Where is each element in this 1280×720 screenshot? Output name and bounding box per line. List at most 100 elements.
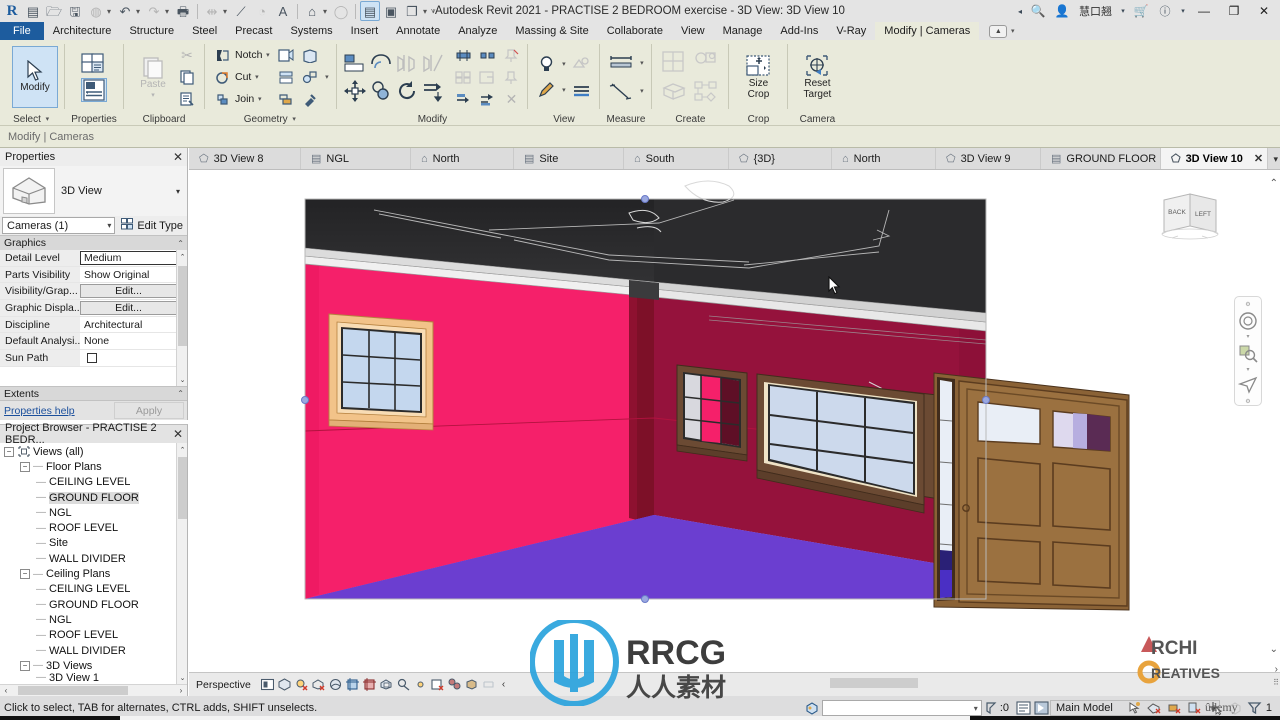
user-name[interactable]: 慧口翘 [1075,3,1116,19]
split-grid-icon[interactable] [452,67,474,87]
tree-node-ceiling-plans[interactable]: − — Ceiling Plans [0,566,187,581]
ribbon-tab-structure[interactable]: Structure [120,22,183,40]
type-selector-caret-icon[interactable]: ▾ [176,187,184,196]
split-element-icon[interactable] [299,67,321,87]
ribbon-minimize-caret-icon[interactable]: ▾ [1009,27,1016,35]
select-by-face-icon[interactable] [1186,699,1204,717]
aligned-dimension-icon[interactable]: ⟋ [231,1,251,21]
properties-scroll-thumb[interactable] [178,266,187,346]
tree-scroll-down-icon[interactable]: ⌄ [177,671,187,684]
filter-icon[interactable] [1246,699,1264,717]
tree-hscroll-track[interactable] [12,686,175,695]
view-tab-south[interactable]: ⌂ South [624,148,729,169]
undo-icon[interactable]: ↶ [115,1,135,21]
cut-row[interactable]: Cut ▾ [211,67,271,87]
tree-node-roof-level-cp[interactable]: — ROOF LEVEL [0,628,187,643]
ribbon-tab-file[interactable]: File [0,22,44,40]
tree-node-ground-floor-cp[interactable]: — GROUND FLOOR [0,597,187,612]
hide-reveal-caret-icon[interactable]: ▾ [560,60,567,68]
ribbon-tab-architecture[interactable]: Architecture [44,22,121,40]
constraints-icon[interactable] [464,677,479,693]
modify-button[interactable]: Modify [12,46,58,108]
split-face-icon[interactable] [299,45,321,65]
property-row-detail-level[interactable]: Detail Level Medium [0,250,187,267]
instance-selector[interactable]: Cameras (1) ▾ [2,217,116,234]
ribbon-tab-annotate[interactable]: Annotate [387,22,449,40]
ribbon-tab-v-ray[interactable]: V-Ray [827,22,875,40]
properties-group-graphics[interactable]: Graphics ⌃ [0,235,187,250]
navigation-bar[interactable]: ⚙ ▾ ▾ ⚙ [1234,296,1262,406]
thin-lines-icon[interactable]: ▤ [360,1,380,21]
join-row[interactable]: Join ▾ [211,89,271,109]
graphic-display-edit-button[interactable]: Edit... [80,301,177,315]
search-icon[interactable]: 🔍 [1027,1,1049,21]
graphics-collapse-icon[interactable]: ⌃ [177,239,184,248]
resize-grip-icon[interactable]: ⠿ [1273,678,1279,687]
drawing-canvas[interactable]: BACK LEFT ⚙ ▾ ▾ ⚙ [189,170,1280,672]
pin-icon[interactable] [500,67,522,87]
visual-style-icon[interactable] [260,677,275,693]
tree-node-ground-floor-fp[interactable]: — GROUND FLOOR [0,490,187,505]
ribbon-tab-insert[interactable]: Insert [342,22,388,40]
geometry-extra-caret-icon[interactable]: ▾ [323,73,330,81]
copy-icon[interactable] [176,67,198,87]
type-properties-icon[interactable] [81,52,107,76]
ribbon-tab-collaborate[interactable]: Collaborate [598,22,672,40]
zoom-caret-icon[interactable]: ▾ [1246,366,1249,373]
design-options-icon[interactable] [1014,699,1032,717]
ribbon-tab-steel[interactable]: Steel [183,22,226,40]
exclude-options-icon[interactable] [982,699,1000,717]
switch-windows-caret-icon[interactable]: ▾ [423,7,430,16]
select-pinned-icon[interactable] [1166,699,1184,717]
property-value[interactable] [80,350,187,366]
minimize-button[interactable]: — [1190,1,1218,22]
properties-scroll-up-icon[interactable]: ⌃ [177,250,187,263]
prev-arrow-icon[interactable]: ◂ [1015,1,1025,21]
revit-logo-icon[interactable]: R [2,1,22,21]
select-links-icon[interactable] [1126,699,1144,717]
project-browser-tree[interactable]: − Views (all) − — Floor Plans — CEILING … [0,443,187,684]
projection-mode-label[interactable]: Perspective [196,679,251,691]
user-caret-icon[interactable]: ▾ [1118,1,1128,21]
help-icon[interactable]: ⓘ [1154,1,1176,21]
active-design-option-icon[interactable] [1032,699,1050,717]
view-tab-close-icon[interactable]: ✕ [1254,152,1263,165]
sun-path-off-icon[interactable] [294,677,309,693]
close-button[interactable]: ✕ [1250,1,1278,22]
crop-view-icon[interactable] [345,677,360,693]
temporary-view-properties-icon[interactable] [430,677,445,693]
create-similar-icon[interactable] [658,48,690,76]
view-tab-north-1[interactable]: ⌂ North [411,148,514,169]
property-row-parts-visibility[interactable]: Parts Visibility Show Original [0,266,187,284]
selection-lock-icon[interactable] [1226,699,1244,717]
view-tab-3d-default[interactable]: ⬠ {3D} [729,148,832,169]
mirror-pick-axis-icon[interactable] [394,50,420,76]
tree-scroll-up-icon[interactable]: ⌃ [177,443,187,456]
hide-reveal-icon[interactable] [534,52,558,76]
property-value[interactable]: Medium [80,250,177,266]
restore-button[interactable]: ❐ [1220,1,1248,22]
quick-access-toolbar[interactable]: R ▤ 🗁 🖫 ◍ ▾ ↶ ▾ ↷ ▾ 🖶 ⇹ ▾ ⟋ ◔ A ⌂ ▾ ◯ ▤ … [0,0,438,22]
rotate-icon[interactable] [394,78,420,104]
tree-node-views-all[interactable]: − Views (all) [0,444,187,459]
property-value[interactable]: None [80,333,187,350]
create-assembly-icon[interactable] [690,78,722,106]
ribbon-tab-massing-site[interactable]: Massing & Site [506,22,597,40]
print-icon[interactable]: 🖶 [173,1,193,21]
switch-windows-icon[interactable]: ❐ [402,1,422,21]
unpin-icon[interactable] [500,45,522,65]
linework-icon[interactable] [569,78,593,102]
render-icon[interactable] [569,52,593,76]
nav-settings-top-icon[interactable]: ⚙ [1245,301,1250,308]
visibility-graphics-edit-button[interactable]: Edit... [80,284,177,299]
ribbon-tab-manage[interactable]: Manage [714,22,772,40]
measure-along-caret-icon[interactable]: ▾ [638,87,645,95]
ribbon-tab-precast[interactable]: Precast [226,22,281,40]
analytical-model-icon[interactable] [447,677,462,693]
properties-scroll-down-icon[interactable]: ⌄ [177,373,187,386]
create-group-icon[interactable] [690,48,722,76]
tree-hscroll-left-icon[interactable]: ‹ [0,686,12,695]
temporary-hide-isolate-icon[interactable] [396,677,411,693]
split-with-gap-icon[interactable] [476,67,498,87]
tree-node-floor-plans[interactable]: − — Floor Plans [0,459,187,474]
